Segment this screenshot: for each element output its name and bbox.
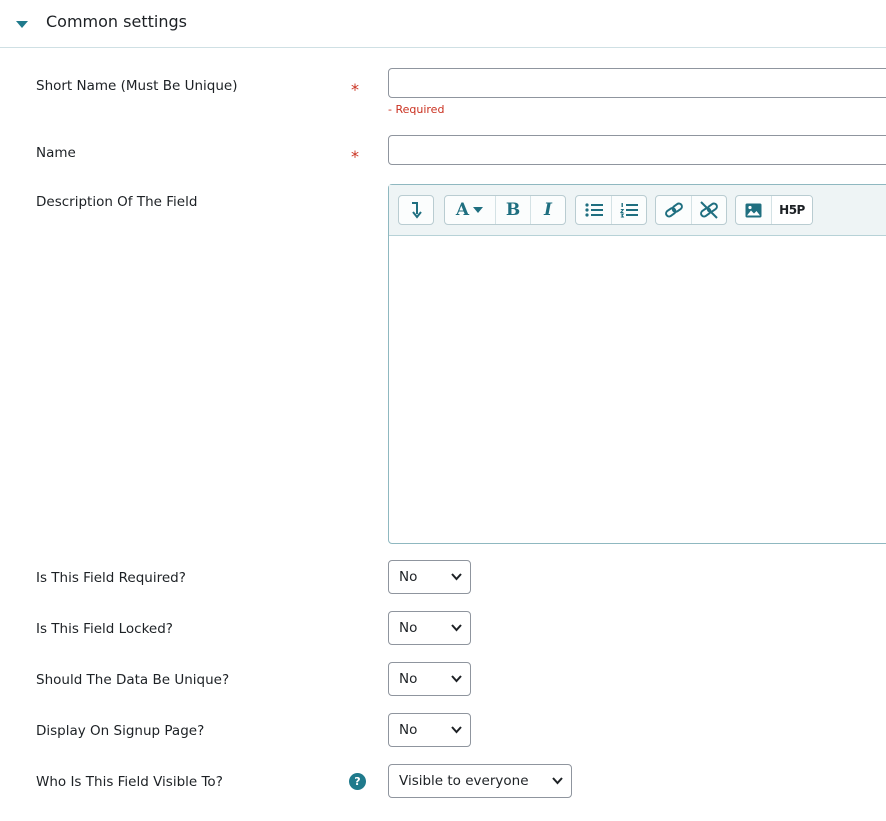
locked-select[interactable]: No — [388, 611, 471, 645]
required-select[interactable]: No — [388, 560, 471, 594]
numbered-list-button[interactable] — [611, 196, 646, 224]
italic-button[interactable]: I — [530, 196, 565, 224]
shortname-error: - Required — [388, 103, 445, 116]
chevron-down-icon — [552, 777, 563, 785]
shortname-input[interactable] — [388, 68, 886, 98]
signup-select[interactable]: No — [388, 713, 471, 747]
caret-down-icon — [473, 207, 484, 213]
description-label: Description Of The Field — [36, 194, 198, 210]
toolbar-group-links — [655, 195, 727, 225]
required-field-label: Is This Field Required? — [36, 570, 186, 586]
chevron-down-icon — [451, 675, 462, 683]
collapse-caret-icon[interactable] — [16, 21, 28, 28]
name-input[interactable] — [388, 135, 886, 165]
unique-field-label: Should The Data Be Unique? — [36, 672, 230, 688]
italic-icon: I — [544, 200, 552, 220]
toolbar-group-format: A B I — [444, 195, 566, 225]
toolbar-group-toggle — [398, 195, 434, 225]
bullet-list-icon — [584, 203, 603, 217]
locked-select-value: No — [399, 620, 418, 636]
visible-select[interactable]: Visible to everyone — [388, 764, 572, 798]
arrow-down-turn-icon — [412, 202, 422, 219]
link-button[interactable] — [656, 196, 691, 224]
font-icon: A — [455, 200, 470, 220]
chevron-down-icon — [451, 573, 462, 581]
signup-field-label: Display On Signup Page? — [36, 723, 205, 739]
chevron-down-icon — [451, 726, 462, 734]
bold-button[interactable]: B — [495, 196, 530, 224]
required-icon: * — [351, 80, 359, 99]
h5p-icon: H5P — [779, 203, 805, 217]
section-title: Common settings — [46, 12, 187, 31]
unlink-button[interactable] — [691, 196, 726, 224]
description-editor: A B I H5P — [388, 184, 886, 544]
visible-select-value: Visible to everyone — [399, 773, 529, 789]
image-button[interactable] — [736, 196, 771, 224]
unlink-icon — [700, 201, 718, 219]
numbered-list-icon — [620, 203, 638, 218]
name-label: Name — [36, 145, 76, 161]
toolbar-group-lists — [575, 195, 647, 225]
editor-content-area[interactable] — [389, 236, 886, 543]
required-select-value: No — [399, 569, 418, 585]
locked-field-label: Is This Field Locked? — [36, 621, 173, 637]
section-header[interactable]: Common settings — [0, 0, 886, 48]
help-icon[interactable]: ? — [349, 773, 366, 790]
editor-toolbar: A B I H5P — [389, 185, 886, 236]
image-icon — [745, 203, 762, 217]
shortname-label: Short Name (Must Be Unique) — [36, 78, 238, 94]
chevron-down-icon — [451, 624, 462, 632]
visible-field-label: Who Is This Field Visible To? — [36, 774, 223, 790]
toolbar-group-media: H5P — [735, 195, 813, 225]
required-icon: * — [351, 147, 359, 166]
signup-select-value: No — [399, 722, 418, 738]
bullet-list-button[interactable] — [576, 196, 611, 224]
unique-select[interactable]: No — [388, 662, 471, 696]
font-style-button[interactable]: A — [445, 196, 495, 224]
link-icon — [664, 202, 683, 218]
bold-icon: B — [505, 200, 521, 220]
toolbar-toggle-button[interactable] — [399, 196, 433, 224]
h5p-button[interactable]: H5P — [771, 196, 812, 224]
unique-select-value: No — [399, 671, 418, 687]
